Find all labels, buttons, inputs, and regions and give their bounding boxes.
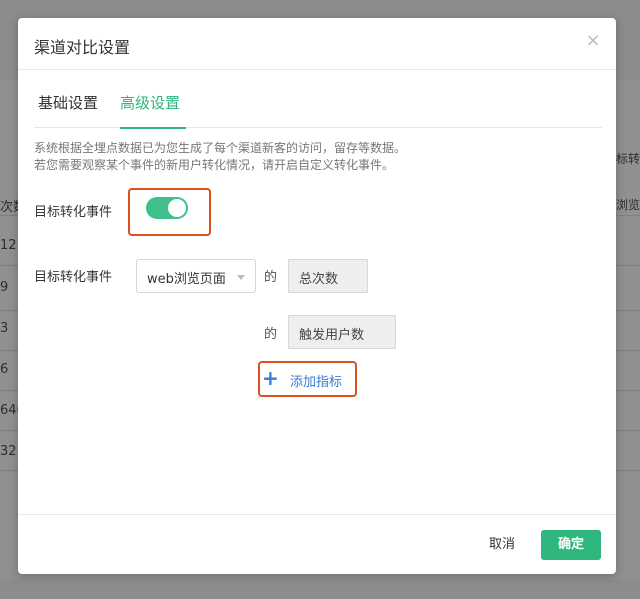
toggle-knob [168,199,186,217]
conversion-event-toggle[interactable] [146,197,188,219]
dialog-header: 渠道对比设置 × [18,18,616,70]
tab-advanced-settings[interactable]: 高级设置 [120,92,186,129]
cancel-button[interactable]: 取消 [474,531,530,559]
bg-cell: 12 [0,238,17,253]
tab-basic-settings[interactable]: 基础设置 [38,92,98,128]
toggle-row-label: 目标转化事件 [34,205,113,220]
connector-text: 的 [264,327,278,342]
event-row-label: 目标转化事件 [34,270,113,285]
dialog-title: 渠道对比设置 [34,38,131,57]
bg-cell: 9 [0,280,9,295]
active-tab-indicator [120,127,186,129]
description-line: 系统根据全埋点数据已为您生成了每个渠道新客的访问，留存等数据。 [34,141,407,155]
bg-cell: 6 [0,362,9,377]
metric-trigger-users[interactable]: 触发用户数 [288,315,396,349]
chevron-down-icon [237,275,245,280]
close-icon[interactable]: × [584,32,602,50]
description-text: 系统根据全埋点数据已为您生成了每个渠道新客的访问，留存等数据。 若您需要观察某个… [34,140,406,174]
bg-cell: 3 [0,321,9,336]
bg-cell: 32 [0,444,17,459]
add-metric-label: 添加指标 [290,375,343,390]
dialog-footer: 取消 确定 [18,514,616,574]
event-select[interactable]: web浏览页面 [136,259,256,293]
metric-total-count[interactable]: 总次数 [288,259,368,293]
connector-text: 的 [264,270,278,285]
settings-tabs: 基础设置 高级设置 [34,92,602,129]
event-select-value: web浏览页面 [147,272,226,287]
tab-advanced-label: 高级设置 [120,94,181,112]
confirm-button[interactable]: 确定 [541,530,601,560]
bg-cell: 浏览 [615,198,640,212]
plus-icon: + [262,366,279,390]
channel-compare-settings-dialog: 渠道对比设置 × 基础设置 高级设置 系统根据全埋点数据已为您生成了每个渠道新客… [18,18,616,574]
description-line: 若您需要观察某个事件的新用户转化情况，请开启自定义转化事件。 [34,158,395,172]
